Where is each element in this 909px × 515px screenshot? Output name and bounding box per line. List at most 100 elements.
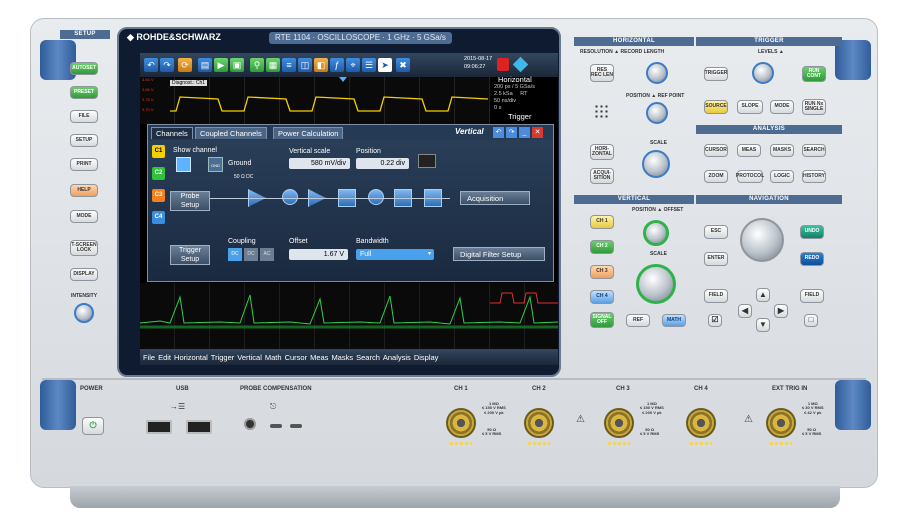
ch4-bnc-connector[interactable] (686, 408, 716, 438)
menu-math[interactable]: Math (265, 353, 282, 362)
menu-edit[interactable]: Edit (158, 353, 171, 362)
ch1-button[interactable]: CH 1 (590, 215, 614, 229)
save-icon[interactable]: ▤ (198, 58, 212, 72)
probe-setup-button[interactable]: Probe Setup (170, 191, 210, 211)
trigger-title[interactable]: Trigger (508, 112, 531, 121)
tab-power-calculation[interactable]: Power Calculation (273, 127, 344, 139)
usb-port-2[interactable] (186, 420, 212, 434)
tab-channels[interactable]: Channels (151, 127, 193, 139)
setup-button[interactable]: SETUP (70, 134, 98, 147)
history-button[interactable]: HISTORY (802, 170, 826, 183)
checkbox-icon[interactable]: ☑ (708, 314, 722, 327)
zoom-button[interactable]: ZOOM (704, 170, 728, 183)
menu-search[interactable]: Search (356, 353, 380, 362)
signal-off-button[interactable]: SIGNAL OFF (590, 312, 614, 328)
ch1-bnc-connector[interactable] (446, 408, 476, 438)
meas-button[interactable]: MEAS (737, 144, 761, 157)
menu-horizontal[interactable]: Horizontal (174, 353, 208, 362)
redo-button[interactable]: REDO (800, 252, 824, 266)
display-button[interactable]: DISPLAY (70, 268, 98, 281)
arrow-down-icon[interactable]: ▼ (756, 318, 770, 332)
mode-button-trigger[interactable]: MODE (770, 100, 794, 114)
screenshot-icon[interactable]: ▣ (230, 58, 244, 72)
delete-icon[interactable]: ✖ (396, 58, 410, 72)
gnd-toggle[interactable]: GND (208, 157, 223, 172)
h-scale-knob[interactable] (642, 150, 670, 178)
acquisition-button-panel[interactable]: ACQUI-SITION (590, 168, 614, 184)
horizontal-title[interactable]: Horizontal (498, 75, 532, 84)
cursor-button[interactable]: CURSOR (704, 144, 728, 157)
acquisition-button[interactable]: Acquisition (460, 191, 530, 205)
search-button[interactable]: SEARCH (802, 144, 826, 157)
probe-comp-pin[interactable] (270, 424, 282, 428)
redo-icon[interactable]: ↷ (160, 58, 174, 72)
field-left-button[interactable]: FIELD (704, 289, 728, 303)
usb-port-1[interactable] (146, 420, 172, 434)
ch3-button[interactable]: CH 3 (590, 265, 614, 279)
arrow-up-icon[interactable]: ▲ (756, 288, 770, 302)
help-button[interactable]: HELP (70, 184, 98, 197)
coupling-ac-button[interactable]: AC (260, 248, 274, 261)
position-icon[interactable] (418, 154, 436, 168)
protocol-icon[interactable]: ☰ (362, 58, 376, 72)
autoset-button[interactable]: AUTOSET (70, 62, 98, 75)
record-length-knob[interactable] (646, 62, 668, 84)
menu-meas[interactable]: Meas (310, 353, 328, 362)
source-button[interactable]: SOURCE (704, 100, 728, 114)
horizontal-button[interactable]: HORI-ZONTAL (590, 144, 614, 160)
run-single-button[interactable]: RUN Nx SINGLE (802, 99, 826, 115)
esc-button[interactable]: ESC (704, 225, 728, 239)
masks-button[interactable]: MASKS (770, 144, 794, 157)
slope-button[interactable]: SLOPE (737, 100, 763, 114)
channel-c4-tab[interactable]: C4 (152, 211, 165, 224)
ground-pin[interactable] (290, 424, 302, 428)
run-cont-button[interactable]: RUN CONT (802, 66, 826, 82)
pointer-icon[interactable]: ➤ (378, 58, 392, 72)
intensity-knob[interactable] (74, 303, 94, 323)
h-position-knob[interactable] (646, 102, 668, 124)
preset-button[interactable]: PRESET (70, 86, 98, 99)
dialog-minimize-icon[interactable]: _ (519, 127, 530, 138)
histogram-icon[interactable]: ▦ (266, 58, 280, 72)
trigger-button[interactable]: TRIGGER (704, 67, 728, 81)
position-field[interactable]: 0.22 div (356, 158, 409, 169)
tscreen-lock-button[interactable]: T-SCREEN LOCK (70, 240, 98, 256)
measure-icon[interactable]: ≡ (282, 58, 296, 72)
power-button[interactable]: ⏻ (82, 417, 104, 435)
coupling-dc-button[interactable]: DC (244, 248, 258, 261)
protocol-button[interactable]: PROTOCOL (736, 170, 764, 183)
tab-coupled-channels[interactable]: Coupled Channels (195, 127, 267, 139)
touchscreen[interactable]: ↶ ↷ ⟳ ▤ ▶ ▣ ⚲ ▦ ≡ ◫ ◧ ƒ ⌖ ☰ ➤ ✖ 2015-08-… (140, 53, 558, 365)
dialog-close-icon[interactable]: ✕ (532, 127, 543, 138)
ch2-bnc-connector[interactable] (524, 408, 554, 438)
channel-c1-tab[interactable]: C1 (152, 145, 165, 158)
arrow-left-icon[interactable]: ◀ (738, 304, 752, 318)
vertical-scale-field[interactable]: 580 mV/div (289, 158, 350, 169)
enter-button[interactable]: ENTER (704, 252, 728, 266)
menu-cursor[interactable]: Cursor (285, 353, 308, 362)
channel-c2-tab[interactable]: C2 (152, 167, 165, 180)
offset-block[interactable] (282, 189, 298, 205)
dialog-forward-icon[interactable]: ↷ (506, 127, 517, 138)
ch4-button[interactable]: CH 4 (590, 290, 614, 304)
digital-filter-setup-button[interactable]: Digital Filter Setup (453, 247, 545, 261)
show-channel-toggle[interactable] (176, 157, 191, 172)
zoom-icon[interactable]: ⚲ (250, 58, 264, 72)
ref-button[interactable]: REF (626, 314, 650, 327)
fft-icon[interactable]: ƒ (330, 58, 344, 72)
search-icon[interactable]: ⌖ (346, 58, 360, 72)
sum-block[interactable] (368, 189, 384, 205)
mode-button[interactable]: MODE (70, 210, 98, 223)
trigger-setup-button[interactable]: Trigger Setup (170, 245, 210, 265)
arrow-right-icon[interactable]: ▶ (774, 304, 788, 318)
undo-icon[interactable]: ↶ (144, 58, 158, 72)
menu-trigger[interactable]: Trigger (211, 353, 234, 362)
menu-masks[interactable]: Masks (331, 353, 353, 362)
math-button[interactable]: MATH (662, 314, 686, 327)
logic-button[interactable]: LOGIC (770, 170, 794, 183)
cursor-icon[interactable]: ◫ (298, 58, 312, 72)
navigation-wheel[interactable] (740, 218, 784, 262)
v-scale-knob[interactable] (636, 264, 676, 304)
file-button[interactable]: FILE (70, 110, 98, 123)
print-button[interactable]: PRINT (70, 158, 98, 171)
